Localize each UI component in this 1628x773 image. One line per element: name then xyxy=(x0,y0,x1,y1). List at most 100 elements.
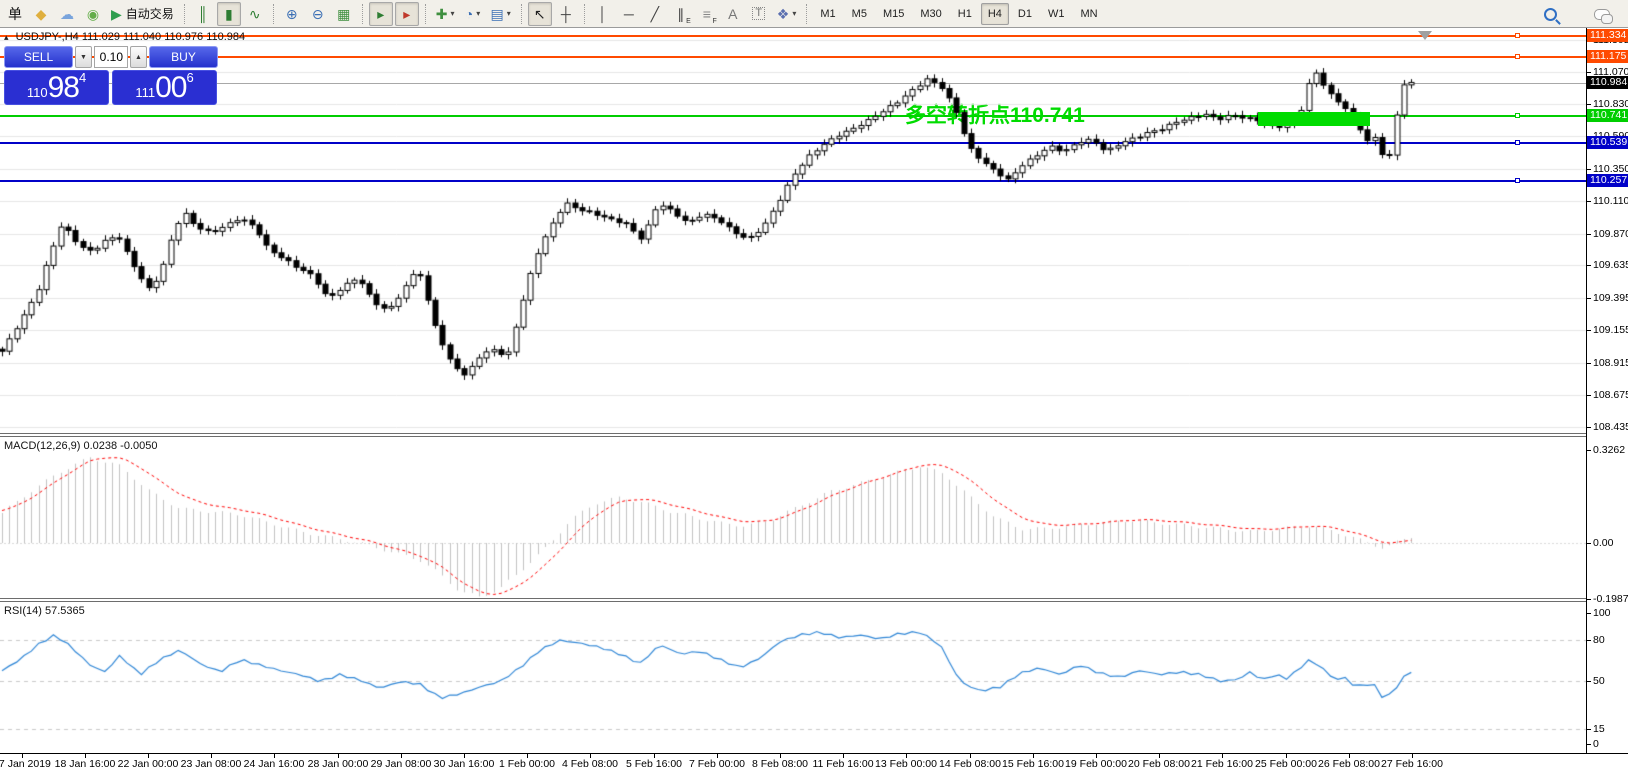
zoom-out-icon[interactable]: ⊖ xyxy=(306,2,330,26)
candlestick-chart-icon[interactable]: ▮ xyxy=(217,2,241,26)
tile-windows-icon[interactable]: ▦ xyxy=(332,2,356,26)
toolbar-separator xyxy=(521,4,522,24)
text-icon[interactable]: A xyxy=(721,2,745,26)
search-icon[interactable] xyxy=(1538,2,1562,26)
price-tick xyxy=(1587,104,1591,105)
price-tick-label: 108.675 xyxy=(1593,389,1628,401)
autotrading-button: ▶ xyxy=(111,7,122,21)
chart-shift-icon: ▸ xyxy=(403,7,410,21)
vertical-line-icon[interactable]: │ xyxy=(591,2,615,26)
rsi-canvas[interactable] xyxy=(0,602,1586,753)
time-tick-label: 19 Feb 00:00 xyxy=(1065,758,1127,770)
buy-price-tile[interactable]: 111 00 6 xyxy=(112,70,217,105)
price-axis[interactable]: 111.305111.070110.830110.590110.350110.1… xyxy=(1586,28,1628,753)
timeframe-d1[interactable]: D1 xyxy=(1011,3,1039,25)
periods-icon[interactable]: ◔▾ xyxy=(461,2,485,26)
timeframe-h1[interactable]: H1 xyxy=(951,3,979,25)
arrows-icon[interactable]: ❖▾ xyxy=(773,2,801,26)
bar-chart-icon[interactable]: ║ xyxy=(191,2,215,26)
lot-size-input[interactable] xyxy=(94,46,128,68)
collapse-icon[interactable]: ▴ xyxy=(4,32,9,42)
chart-shift-icon[interactable]: ▸ xyxy=(395,2,419,26)
macd-axis-tick xyxy=(1587,450,1591,451)
templates-icon[interactable]: ▤▾ xyxy=(487,2,515,26)
zoom-in-icon: ⊕ xyxy=(286,7,298,21)
time-tick-label: 27 Feb 16:00 xyxy=(1381,758,1443,770)
periods-icon: ◔ xyxy=(465,7,473,21)
price-badge-110.539: 110.539 xyxy=(1587,136,1628,149)
rsi-pane-splitter[interactable] xyxy=(0,598,1628,602)
text-label-icon[interactable]: T xyxy=(747,2,771,26)
fibonacci-icon[interactable]: ≡F xyxy=(695,2,719,26)
fibonacci-icon-sub: F xyxy=(713,18,717,25)
time-tick-label: 25 Feb 00:00 xyxy=(1255,758,1317,770)
timeframe-mn[interactable]: MN xyxy=(1073,3,1104,25)
timeframe-m1[interactable]: M1 xyxy=(813,3,842,25)
time-axis[interactable]: 17 Jan 201918 Jan 16:0022 Jan 00:0023 Ja… xyxy=(0,753,1628,773)
toolbar-separator xyxy=(362,4,363,24)
macd-pane-splitter[interactable] xyxy=(0,433,1628,437)
price-badge-110.741: 110.741 xyxy=(1587,109,1628,122)
rsi-axis-label: 100 xyxy=(1593,607,1611,619)
community-icon[interactable]: ☁ xyxy=(55,2,79,26)
signals-icon[interactable]: ◉ xyxy=(81,2,105,26)
rsi-axis-tick xyxy=(1587,613,1591,614)
rsi-axis-tick xyxy=(1587,681,1591,682)
new-order-clipped-button[interactable]: 单 xyxy=(3,2,27,26)
horizontal-line-icon: ─ xyxy=(624,7,634,21)
timeframe-w1[interactable]: W1 xyxy=(1041,3,1072,25)
tile-windows-icon: ▦ xyxy=(337,7,350,21)
timeframe-m5[interactable]: M5 xyxy=(845,3,874,25)
timeframe-h4[interactable]: H4 xyxy=(981,3,1009,25)
community-icon: ☁ xyxy=(60,7,74,21)
time-tick-label: 20 Feb 08:00 xyxy=(1128,758,1190,770)
macd-axis-tick xyxy=(1587,543,1591,544)
rsi-axis-label: 80 xyxy=(1593,634,1605,646)
vertical-line-icon: │ xyxy=(598,7,607,21)
indicators-icon[interactable]: ✚▾ xyxy=(432,2,459,26)
lot-increase-button[interactable]: ▲ xyxy=(130,46,147,68)
timeframe-m15[interactable]: M15 xyxy=(876,3,911,25)
chevron-down-icon: ▾ xyxy=(507,9,511,18)
time-tick-label: 15 Feb 16:00 xyxy=(1002,758,1064,770)
autotrading-button[interactable]: ▶自动交易 xyxy=(107,2,178,26)
equidistant-channel-icon[interactable]: ∥E xyxy=(669,2,693,26)
metaeditor-icon[interactable]: ◆ xyxy=(29,2,53,26)
buy-button[interactable]: BUY xyxy=(149,46,218,68)
price-tick xyxy=(1587,72,1591,73)
price-badge-111.334: 111.334 xyxy=(1587,29,1628,42)
buy-price-sup: 6 xyxy=(186,63,193,93)
chart-window: 多空转折点110.741 ▴ USDJPY-,H4 111.029 111.04… xyxy=(0,28,1628,773)
trendline-icon: ╱ xyxy=(651,7,659,21)
buy-price-big: 00 xyxy=(155,73,186,103)
metaeditor-icon: ◆ xyxy=(36,7,47,21)
chart-symbol-period: USDJPY-,H4 xyxy=(16,31,79,43)
auto-scroll-icon[interactable]: ▸ xyxy=(369,2,393,26)
auto-scroll-icon: ▸ xyxy=(377,7,384,21)
sell-price-tile[interactable]: 110 98 4 xyxy=(4,70,109,105)
sell-button[interactable]: SELL xyxy=(4,46,73,68)
macd-values: 0.0238 -0.0050 xyxy=(83,440,157,452)
chat-icon[interactable] xyxy=(1590,2,1614,26)
support-zone-rectangle[interactable] xyxy=(1258,112,1370,126)
mt4-window: 单◆☁◉▶自动交易║▮∿⊕⊖▦▸▸✚▾◔▾▤▾↖┼│─╱∥E≡FAT❖▾M1M5… xyxy=(0,0,1628,773)
line-chart-icon[interactable]: ∿ xyxy=(243,2,267,26)
equidistant-channel-icon: ∥ xyxy=(677,7,684,21)
crosshair-icon[interactable]: ┼ xyxy=(554,2,578,26)
text-icon: A xyxy=(728,7,737,21)
price-tick xyxy=(1587,363,1591,364)
cursor-icon[interactable]: ↖ xyxy=(528,2,552,26)
macd-canvas[interactable] xyxy=(0,437,1586,598)
price-chart-canvas[interactable] xyxy=(0,28,1586,434)
trendline-icon[interactable]: ╱ xyxy=(643,2,667,26)
price-tick xyxy=(1587,169,1591,170)
cursor-icon: ↖ xyxy=(534,7,546,21)
line-chart-icon: ∿ xyxy=(249,7,261,21)
macd-axis-tick xyxy=(1587,599,1591,600)
timeframe-m30[interactable]: M30 xyxy=(913,3,948,25)
price-tick-label: 109.155 xyxy=(1593,324,1628,336)
chart-title: ▴ USDJPY-,H4 111.029 111.040 110.976 110… xyxy=(4,31,245,43)
chevron-down-icon: ▾ xyxy=(476,9,480,18)
zoom-in-icon[interactable]: ⊕ xyxy=(280,2,304,26)
horizontal-line-icon[interactable]: ─ xyxy=(617,2,641,26)
